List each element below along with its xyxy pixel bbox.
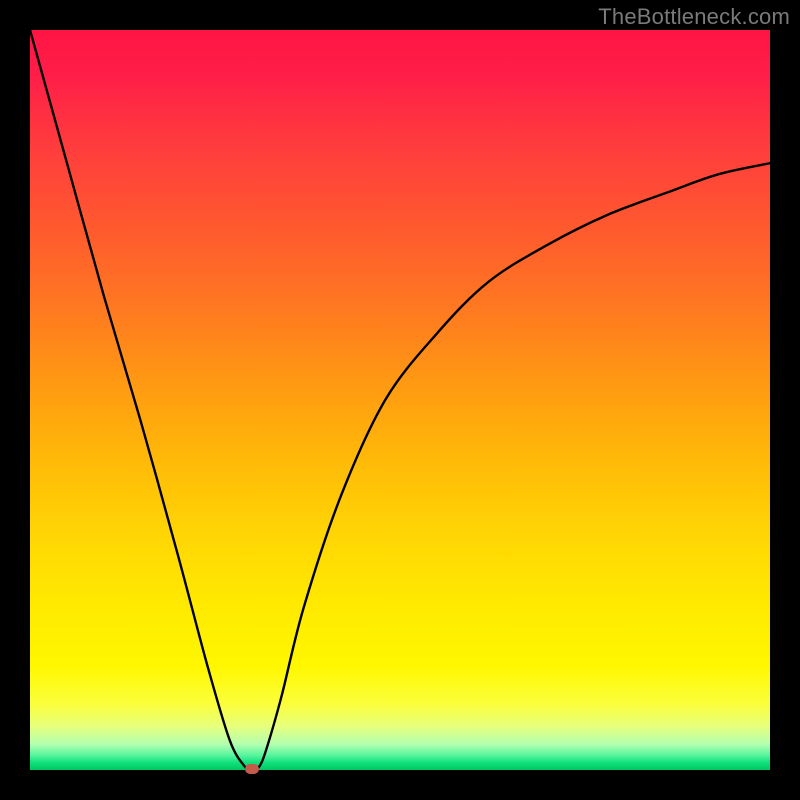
watermark-text: TheBottleneck.com: [598, 4, 790, 30]
optimum-marker: [245, 764, 259, 774]
bottleneck-curve: [30, 30, 770, 770]
plot-area: [30, 30, 770, 770]
chart-frame: TheBottleneck.com: [0, 0, 800, 800]
